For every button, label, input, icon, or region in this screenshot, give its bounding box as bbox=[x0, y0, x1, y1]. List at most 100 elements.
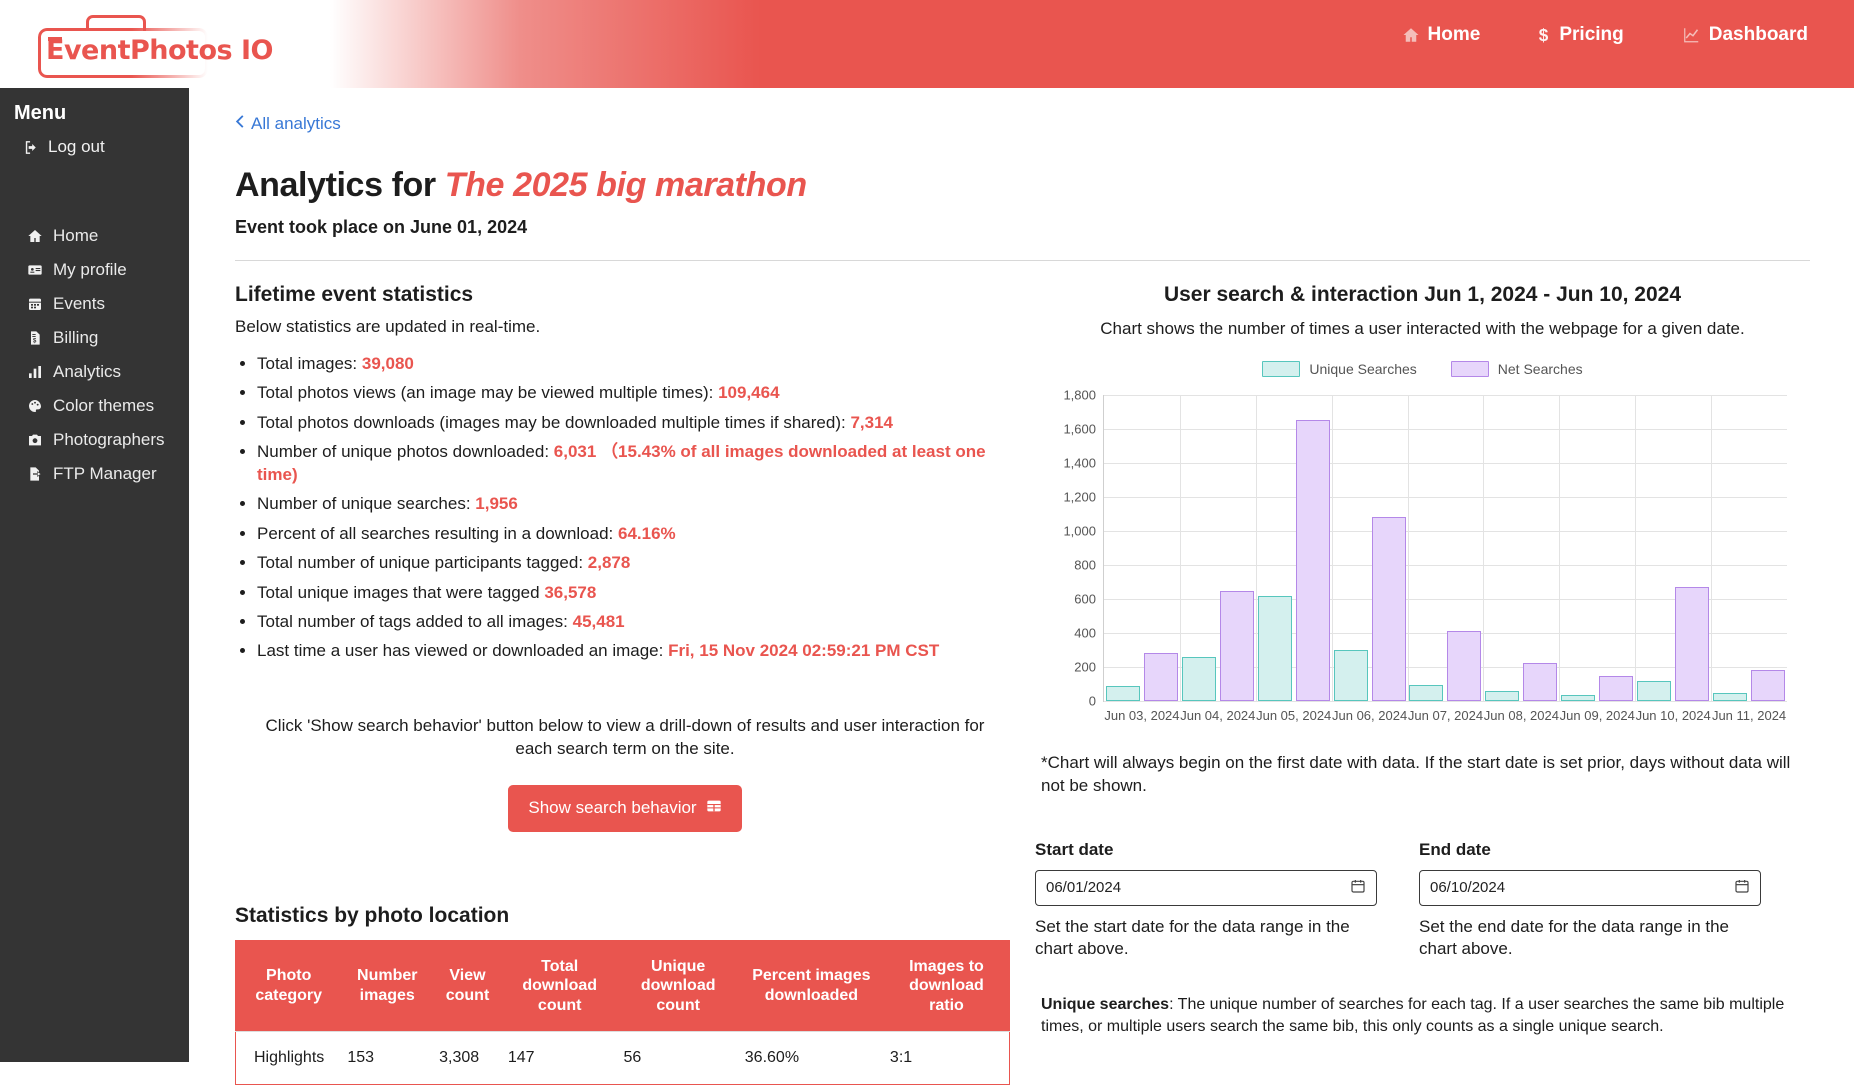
brand-logo[interactable]: EventPhotos IO bbox=[38, 10, 338, 78]
legend-swatch-unique-searches bbox=[1262, 361, 1301, 377]
sidebar-item-billing[interactable]: $ Billing bbox=[0, 321, 189, 355]
legend-label-net-searches: Net Searches bbox=[1497, 361, 1583, 377]
chart-bar-net-searches[interactable] bbox=[1523, 662, 1558, 701]
lifetime-stats-heading: Lifetime event statistics bbox=[235, 283, 474, 306]
chart-category-group: Jun 09, 2024 bbox=[1559, 395, 1635, 723]
breadcrumb-label: All analytics bbox=[251, 114, 341, 133]
stat-value: 7,314 bbox=[850, 412, 893, 432]
sidebar-item-logout[interactable]: Log out bbox=[0, 125, 189, 157]
start-date-label: Start date bbox=[1035, 839, 1114, 859]
id-card-icon bbox=[26, 262, 44, 278]
stat-label: Total photos downloads (images may be do… bbox=[257, 412, 851, 432]
end-date-input[interactable]: 06/10/2024 bbox=[1419, 869, 1761, 906]
column-header-images-to-download-ratio[interactable]: Images to download ratio bbox=[883, 940, 1010, 1032]
sidebar-item-home-label: Home bbox=[53, 226, 99, 245]
sidebar-item-billing-label: Billing bbox=[53, 328, 99, 347]
sidebar-item-analytics[interactable]: Analytics bbox=[0, 355, 189, 389]
chart-bar-net-searches[interactable] bbox=[1675, 587, 1710, 701]
show-search-behavior-button[interactable]: Show search behavior bbox=[508, 784, 742, 832]
chart-bar-unique-searches[interactable] bbox=[1409, 684, 1444, 701]
y-axis-tick-label: 200 bbox=[1074, 659, 1096, 675]
file-export-icon bbox=[26, 466, 44, 482]
column-header-total-download-count[interactable]: Total download count bbox=[501, 940, 618, 1032]
sidebar-item-my-profile[interactable]: My profile bbox=[0, 253, 189, 287]
stat-value: 39,080 bbox=[361, 354, 414, 373]
calendar-icon[interactable] bbox=[1734, 878, 1750, 898]
chart-bar-unique-searches[interactable] bbox=[1257, 595, 1292, 701]
chart-category-group: Jun 08, 2024 bbox=[1483, 395, 1559, 723]
chart-bar-net-searches[interactable] bbox=[1599, 675, 1634, 701]
lifetime-stats-list: Total images: 39,080 Total photos views … bbox=[235, 353, 1015, 663]
sidebar-title: Menu bbox=[14, 102, 67, 124]
chart-bar-net-searches[interactable] bbox=[1143, 652, 1178, 701]
nav-item-pricing[interactable]: $ Pricing bbox=[1538, 24, 1624, 46]
sidebar-item-ftp-manager[interactable]: FTP Manager bbox=[0, 457, 189, 491]
y-axis-tick-label: 1,000 bbox=[1063, 523, 1096, 539]
stat-value: 109,464 bbox=[718, 383, 780, 403]
column-header-photo-category[interactable]: Photo category bbox=[235, 940, 342, 1032]
sidebar-item-photographers[interactable]: Photographers bbox=[0, 423, 189, 457]
cell-number-images: 153 bbox=[341, 1031, 434, 1085]
title-divider bbox=[235, 260, 1810, 261]
primary-nav: Home $ Pricing Dashboard bbox=[1402, 24, 1808, 46]
chart-bar-unique-searches[interactable] bbox=[1561, 695, 1596, 701]
sidebar-item-color-themes[interactable]: Color themes bbox=[0, 389, 189, 423]
chart-bar-unique-searches[interactable] bbox=[1181, 656, 1216, 701]
location-stats-table: Photo category Number images View count … bbox=[235, 939, 1010, 1085]
sidebar-item-home[interactable]: Home bbox=[0, 219, 189, 253]
calendar-icon[interactable] bbox=[1350, 878, 1366, 898]
sidebar-item-analytics-label: Analytics bbox=[53, 362, 122, 381]
x-axis-tick-label: Jun 08, 2024 bbox=[1483, 708, 1559, 723]
list-item: Number of unique searches: 1,956 bbox=[257, 493, 1015, 515]
chart-bar-net-searches[interactable] bbox=[1447, 631, 1482, 701]
chart-bar-unique-searches[interactable] bbox=[1713, 692, 1748, 701]
column-header-number-images[interactable]: Number images bbox=[341, 940, 434, 1032]
y-axis-tick-label: 400 bbox=[1074, 625, 1096, 641]
nav-item-home[interactable]: Home bbox=[1402, 24, 1480, 46]
svg-text:$: $ bbox=[1539, 26, 1549, 45]
column-header-unique-download-count[interactable]: Unique download count bbox=[617, 940, 739, 1032]
x-axis-tick-label: Jun 06, 2024 bbox=[1332, 708, 1408, 723]
list-item: Number of unique photos downloaded: 6,03… bbox=[257, 441, 1015, 486]
stat-label: Total number of unique participants tagg… bbox=[257, 553, 588, 573]
column-header-view-count[interactable]: View count bbox=[433, 940, 502, 1032]
stat-value: 6,031 bbox=[553, 442, 597, 462]
chart-subtitle: Chart shows the number of times a user i… bbox=[1100, 319, 1745, 338]
stat-label: Total unique images that were tagged bbox=[257, 582, 545, 602]
chart-bar-net-searches[interactable] bbox=[1219, 591, 1254, 701]
home-icon bbox=[26, 228, 44, 244]
legend-item-net-searches[interactable]: Net Searches bbox=[1450, 361, 1583, 377]
x-axis-tick-label: Jun 05, 2024 bbox=[1256, 708, 1332, 723]
end-date-group: End date 06/10/2024 Set the end date for… bbox=[1419, 840, 1761, 960]
chart-bar-unique-searches[interactable] bbox=[1485, 690, 1520, 701]
table-row: Highlights 153 3,308 147 56 36.60% 3:1 bbox=[235, 1031, 1010, 1085]
nav-item-dashboard[interactable]: Dashboard bbox=[1682, 24, 1808, 46]
column-header-percent-images-downloaded[interactable]: Percent images downloaded bbox=[738, 940, 884, 1032]
chart-category-group: Jun 10, 2024 bbox=[1635, 395, 1711, 723]
page-subtitle: Event took place on June 01, 2024 bbox=[235, 217, 528, 237]
start-date-input[interactable]: 06/01/2024 bbox=[1035, 869, 1377, 906]
list-item: Last time a user has viewed or downloade… bbox=[257, 640, 1015, 662]
search-interaction-bar-chart[interactable]: 0 200 400 600 800 1,000 1,200 1,400 1,600 1,800 Ju… bbox=[1035, 385, 1795, 730]
date-range-controls: Start date 06/01/2024 Set the start date… bbox=[1035, 840, 1810, 960]
chart-bar-net-searches[interactable] bbox=[1295, 419, 1330, 701]
y-axis-tick-label: 0 bbox=[1088, 693, 1096, 709]
legend-item-unique-searches[interactable]: Unique Searches bbox=[1262, 361, 1417, 377]
x-axis-tick-label: Jun 03, 2024 bbox=[1104, 708, 1180, 723]
chart-category-group: Jun 11, 2024 bbox=[1711, 395, 1787, 723]
chart-bar-unique-searches[interactable] bbox=[1637, 681, 1672, 701]
cell-images-to-download-ratio: 3:1 bbox=[883, 1031, 1010, 1085]
chart-bar-unique-searches[interactable] bbox=[1105, 685, 1140, 701]
chart-bar-net-searches[interactable] bbox=[1751, 670, 1786, 701]
x-axis-tick-label: Jun 04, 2024 bbox=[1180, 708, 1256, 723]
top-header-bar: EventPhotos IO Home $ Pricing Dashboard bbox=[0, 0, 1854, 88]
end-date-help: Set the end date for the data range in t… bbox=[1419, 916, 1730, 958]
breadcrumb-all-analytics[interactable]: All analytics bbox=[235, 114, 341, 134]
brand-logo-text: EventPhotos IO bbox=[46, 35, 273, 66]
x-axis-tick-label: Jun 09, 2024 bbox=[1559, 708, 1635, 723]
search-behavior-note: Click 'Show search behavior' button belo… bbox=[265, 715, 985, 758]
chart-bar-unique-searches[interactable] bbox=[1333, 650, 1368, 701]
chart-bar-net-searches[interactable] bbox=[1371, 517, 1406, 701]
chevron-left-icon bbox=[235, 114, 245, 134]
sidebar-item-events[interactable]: Events bbox=[0, 287, 189, 321]
